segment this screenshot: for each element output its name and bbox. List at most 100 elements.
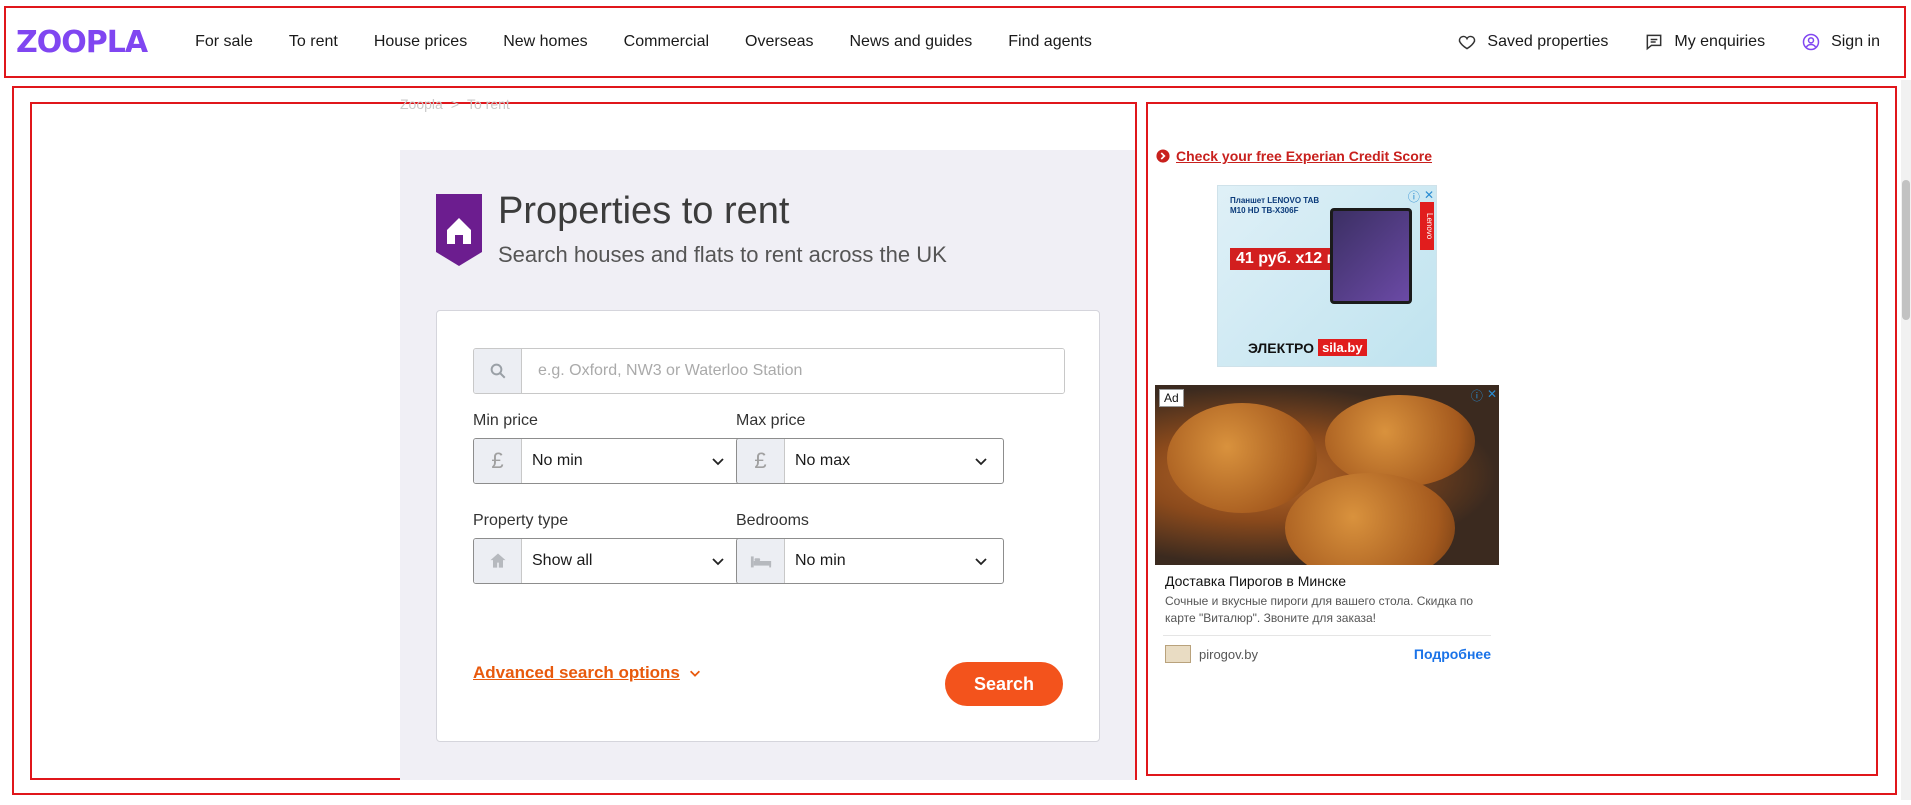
my-enquiries-link[interactable]: My enquiries: [1644, 32, 1765, 52]
bedrooms-value: No min: [795, 552, 846, 569]
saved-properties-link[interactable]: Saved properties: [1457, 32, 1608, 52]
nav-for-sale[interactable]: For sale: [177, 33, 271, 51]
bedrooms-select[interactable]: No min: [736, 538, 1004, 584]
home-icon: [490, 553, 505, 568]
location-search-input[interactable]: [522, 349, 1064, 393]
chevron-down-icon: [975, 458, 987, 466]
pirogov-logo: [1165, 645, 1191, 663]
location-search: [473, 348, 1065, 394]
experian-credit-link[interactable]: Check your free Experian Credit Score: [1156, 148, 1432, 164]
home-icon-wrapper: [474, 539, 522, 583]
ad2-source-domain: pirogov.by: [1199, 646, 1259, 662]
chevron-down-icon: [712, 458, 724, 466]
arrow-circle-icon: [1156, 149, 1170, 163]
main-nav: For sale To rent House prices New homes …: [177, 33, 1110, 51]
bed-icon: [750, 556, 771, 568]
page-subtitle: Search houses and flats to rent across t…: [498, 242, 947, 267]
house-badge-icon: [436, 194, 482, 266]
pie-shape: [1285, 473, 1455, 565]
bedrooms-field: Bedrooms No min: [736, 512, 1004, 584]
my-enquiries-label: My enquiries: [1674, 33, 1766, 50]
pirogov-ad[interactable]: Ad ⓘ ✕ Доставка Пирогов в Минске Сочные …: [1155, 385, 1499, 675]
max-price-select-body[interactable]: No max: [785, 439, 1003, 483]
page-title: Properties to rent: [498, 190, 790, 232]
nav-house-prices[interactable]: House prices: [356, 33, 485, 51]
breadcrumb: Zoopla > To rent: [400, 96, 510, 112]
ad2-title[interactable]: Доставка Пирогов в Минске: [1165, 573, 1346, 589]
pie-shape: [1167, 403, 1317, 513]
ad1-brand: ЭЛЕКТРО sila.by: [1248, 339, 1367, 356]
sign-in-label: Sign in: [1831, 33, 1880, 50]
nav-news-and-guides[interactable]: News and guides: [831, 33, 990, 51]
divider: [1163, 635, 1491, 636]
property-type-field: Property type Show all: [473, 512, 741, 584]
advanced-search-toggle[interactable]: Advanced search options: [473, 663, 702, 683]
min-price-value: No min: [532, 452, 583, 469]
close-icon[interactable]: ✕: [1487, 387, 1497, 404]
pound-icon: £: [474, 439, 522, 483]
ad1-brand-right: sila.by: [1318, 339, 1367, 356]
property-type-label: Property type: [473, 512, 569, 529]
min-price-select[interactable]: £ No min: [473, 438, 741, 484]
zoopla-logo[interactable]: ZOOPLA: [16, 25, 148, 60]
ad1-controls: ⓘ ✕: [1408, 188, 1434, 205]
bedrooms-label: Bedrooms: [736, 512, 809, 529]
max-price-select[interactable]: £ No max: [736, 438, 1004, 484]
pound-icon: £: [737, 439, 785, 483]
experian-credit-label: Check your free Experian Credit Score: [1176, 148, 1432, 164]
min-price-field: Min price £ No min: [473, 412, 741, 484]
sign-in-link[interactable]: Sign in: [1801, 32, 1880, 52]
adchoices-icon[interactable]: ⓘ: [1408, 188, 1420, 205]
min-price-label: Min price: [473, 412, 538, 429]
page-scrollbar[interactable]: [1901, 80, 1911, 800]
account-nav: Saved properties My enquiries Sign in: [1457, 32, 1892, 52]
ad1-headline: Планшет LENOVO TAB M10 HD TB-X306F: [1230, 196, 1320, 215]
ad2-source: pirogov.by: [1165, 645, 1258, 663]
breadcrumb-current: To rent: [467, 96, 510, 112]
ad2-footer: pirogov.by Подробнее: [1165, 645, 1491, 663]
bed-icon-wrapper: [737, 539, 785, 583]
pie-shape: [1325, 395, 1475, 487]
property-type-value: Show all: [532, 552, 593, 569]
search-icon: [490, 363, 505, 379]
nav-to-rent[interactable]: To rent: [271, 33, 356, 51]
max-price-field: Max price £ No max: [736, 412, 1004, 484]
pies-image: Ad ⓘ ✕: [1155, 385, 1499, 565]
chevron-down-icon: [975, 558, 987, 566]
max-price-label: Max price: [736, 412, 806, 429]
property-type-select[interactable]: Show all: [473, 538, 741, 584]
search-form-card: Min price £ No min Max price £ No max Pr…: [436, 310, 1100, 742]
search-button[interactable]: Search: [945, 662, 1063, 706]
nav-overseas[interactable]: Overseas: [727, 33, 831, 51]
nav-commercial[interactable]: Commercial: [606, 33, 727, 51]
breadcrumb-home[interactable]: Zoopla: [400, 96, 443, 112]
nav-find-agents[interactable]: Find agents: [990, 33, 1110, 51]
heart-icon: [1459, 35, 1476, 50]
ad1-brand-left: ЭЛЕКТРО: [1248, 339, 1315, 356]
ad2-description: Сочные и вкусные пироги для вашего стола…: [1165, 594, 1474, 625]
top-navigation: ZOOPLA For sale To rent House prices New…: [4, 6, 1904, 78]
chevron-down-icon: [712, 558, 724, 566]
max-price-value: No max: [795, 452, 851, 469]
rent-search-hero: Properties to rent Search houses and fla…: [400, 150, 1135, 780]
breadcrumb-separator: >: [450, 96, 459, 112]
advanced-search-label: Advanced search options: [473, 663, 680, 682]
ad2-controls: ⓘ ✕: [1471, 387, 1497, 404]
nav-new-homes[interactable]: New homes: [485, 33, 605, 51]
bedrooms-select-body[interactable]: No min: [785, 539, 1003, 583]
lenovo-tablet-ad[interactable]: Планшет LENOVO TAB M10 HD TB-X306F 41 ру…: [1217, 185, 1437, 367]
ad1-vertical-brand: Lenovo: [1420, 202, 1434, 250]
property-type-select-body[interactable]: Show all: [522, 539, 740, 583]
adchoices-icon[interactable]: ⓘ: [1471, 387, 1483, 404]
saved-properties-label: Saved properties: [1487, 33, 1609, 50]
scrollbar-thumb[interactable]: [1902, 180, 1910, 320]
min-price-select-body[interactable]: No min: [522, 439, 740, 483]
close-icon[interactable]: ✕: [1424, 188, 1434, 205]
search-icon-wrapper: [474, 349, 522, 393]
user-icon: [1802, 33, 1820, 51]
ad2-cta-button[interactable]: Подробнее: [1414, 646, 1491, 662]
ad-badge: Ad: [1159, 389, 1184, 407]
tablet-image: [1330, 208, 1412, 304]
chevron-down-icon: [689, 670, 700, 677]
message-icon: [1646, 34, 1662, 51]
